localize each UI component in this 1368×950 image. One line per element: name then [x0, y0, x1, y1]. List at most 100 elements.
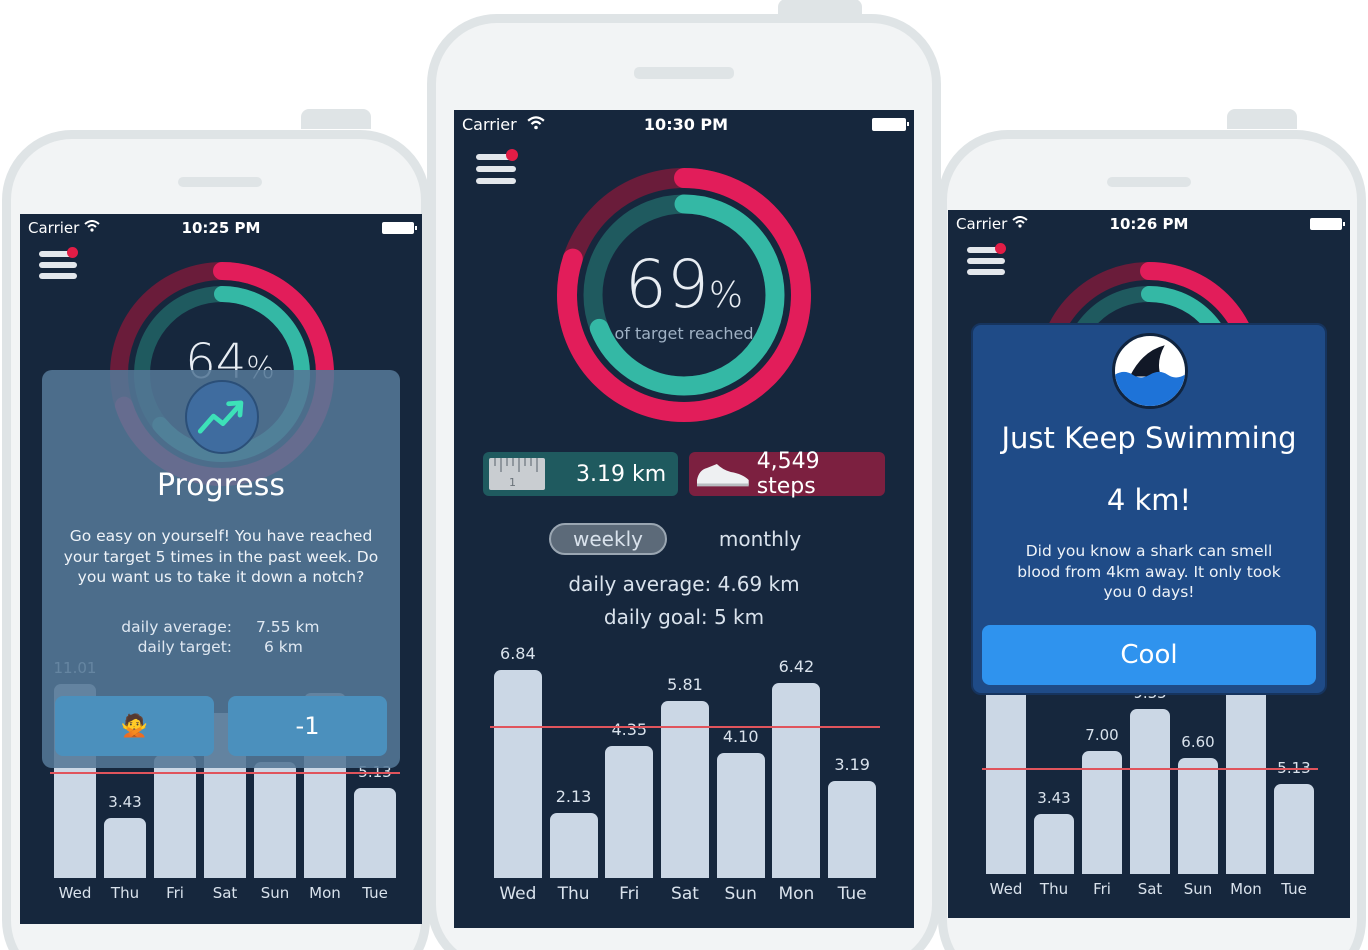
left-phone-screen: Carrier 10:25 PM 64% 11.01Wed3.43Thu7.00…: [20, 214, 422, 924]
status-time: 10:25 PM: [181, 219, 261, 237]
chart-bar: [605, 745, 654, 878]
shark-fin-icon: [1112, 333, 1188, 409]
menu-icon[interactable]: [476, 149, 518, 186]
bar-day-label: Thu: [110, 884, 140, 902]
chart-bar: [1273, 783, 1315, 874]
weekly-bar-chart: 6.84 Wed 2.13 Thu 4.35 Fri 5.81 Sat 4.10 Sun 6.42 M…: [490, 638, 880, 908]
phone-side-button: [778, 0, 862, 17]
steps-value: 4,549 steps: [756, 449, 820, 499]
bar-day-label: Wed: [58, 884, 92, 902]
tab-monthly[interactable]: monthly: [700, 525, 820, 557]
bar-day-label: Tue: [837, 884, 867, 904]
bar-day-label: Mon: [778, 884, 815, 904]
bar-day-label: Wed: [989, 880, 1023, 898]
modal-message: Go easy on yourself! You have reached yo…: [63, 527, 379, 586]
decline-button[interactable]: 🙅: [55, 696, 214, 756]
bar-value-label: 4.35: [611, 719, 648, 739]
bar-value-label: 6.84: [500, 644, 536, 663]
lower-target-button[interactable]: -1: [228, 696, 387, 756]
status-time: 10:26 PM: [1109, 215, 1189, 233]
phone-side-button: [301, 109, 371, 129]
notification-dot: [995, 243, 1006, 254]
battery-icon: [382, 222, 417, 234]
bar-day-label: Tue: [362, 884, 388, 902]
notification-dot: [67, 247, 78, 258]
chart-bar: [772, 682, 821, 878]
stat-daily-average: daily average: 7.55 km: [121, 618, 320, 636]
steps-pill[interactable]: 4,549 steps: [689, 449, 885, 499]
phone-speaker: [178, 177, 262, 187]
chart-bar: [1177, 757, 1219, 874]
bar-value-label: 3.43: [1037, 788, 1071, 807]
center-phone-screen: Carrier 10:30 PM 69% of target reached 1…: [454, 110, 914, 928]
bar-day-label: Fri: [1093, 880, 1111, 898]
menu-icon[interactable]: [39, 247, 79, 281]
modal-message: Did you know a shark can smell blood fro…: [1017, 542, 1281, 601]
chart-bar: [1225, 688, 1267, 874]
bar-value-label: 6.60: [1181, 732, 1215, 751]
bar-day-label: Thu: [1039, 880, 1069, 898]
bar-day-label: Fri: [166, 884, 184, 902]
cool-button[interactable]: Cool: [982, 625, 1316, 685]
bar-day-label: Sun: [724, 884, 757, 904]
right-phone-screen: Carrier 10:26 PM Wed3.43Thu7.00Fri9.35Sa…: [948, 210, 1350, 918]
bar-value-label: 3.43: [108, 792, 142, 811]
battery-icon: [1310, 218, 1345, 230]
chart-bar: [828, 780, 877, 878]
bar-day-label: Sun: [260, 884, 290, 902]
svg-text:1: 1: [509, 476, 516, 489]
ring-percent: 69%: [624, 246, 744, 323]
chart-bar: [985, 680, 1027, 874]
chart-bar: [1033, 813, 1075, 874]
bar-day-label: Mon: [1230, 880, 1262, 898]
modal-title: Progress: [156, 468, 286, 503]
chart-bar: [254, 761, 296, 878]
bar-value-label: 5.81: [667, 675, 703, 695]
bar-day-label: Fri: [619, 884, 640, 904]
chart-bar: [549, 813, 598, 878]
goal-line: [982, 768, 1318, 771]
bar-day-label: Sat: [1137, 880, 1163, 898]
modal-subtitle: 4 km!: [1106, 483, 1192, 517]
chart-bar: [493, 670, 542, 878]
chart-bar: [716, 753, 765, 878]
notification-dot: [506, 149, 518, 161]
phone-speaker: [1107, 177, 1191, 187]
chart-bar: [104, 817, 146, 878]
menu-icon[interactable]: [967, 243, 1007, 277]
goal-line: [50, 772, 400, 775]
ruler-icon: 1: [489, 458, 545, 490]
bar-day-label: Sat: [212, 884, 238, 902]
bar-value-label: 6.42: [778, 656, 815, 676]
status-bar: Carrier 10:30 PM: [454, 110, 914, 138]
modal-title: Just Keep Swimming: [1001, 421, 1297, 455]
tab-weekly[interactable]: weekly: [549, 523, 667, 555]
achievement-modal: Just Keep Swimming 4 km! Did you know a …: [971, 323, 1327, 695]
distance-value: 3.19 km: [576, 461, 667, 487]
ring-caption: of target reached: [614, 324, 754, 343]
daily-goal: daily goal: 5 km: [603, 605, 765, 629]
status-bar: Carrier 10:26 PM: [948, 210, 1350, 238]
bar-day-label: Wed: [499, 884, 537, 904]
trending-up-icon: [185, 380, 259, 454]
distance-pill[interactable]: 1 3.19 km: [483, 452, 678, 496]
bar-day-label: Tue: [1281, 880, 1307, 898]
status-bar: Carrier 10:25 PM: [20, 214, 422, 242]
goal-line: [490, 725, 880, 728]
bar-day-label: Sat: [671, 884, 699, 904]
daily-average: daily average: 4.69 km: [568, 572, 800, 596]
stat-daily-target: daily target: 6 km: [137, 638, 303, 656]
chart-bar: [1129, 709, 1171, 874]
phone-side-button: [1227, 109, 1297, 129]
bar-day-label: Thu: [557, 884, 590, 904]
bar-value-label: 3.19: [834, 754, 870, 774]
bar-day-label: Sun: [1183, 880, 1213, 898]
status-time: 10:30 PM: [643, 115, 729, 134]
bar-value-label: 2.13: [555, 787, 592, 807]
chart-bar: [354, 787, 396, 878]
sneaker-icon: [696, 464, 749, 487]
bar-value-label: 4.10: [722, 727, 759, 747]
battery-icon: [872, 118, 909, 131]
bar-value-label: 7.00: [1085, 725, 1119, 744]
progress-modal: Progress Go easy on yourself! You have r…: [42, 370, 400, 768]
